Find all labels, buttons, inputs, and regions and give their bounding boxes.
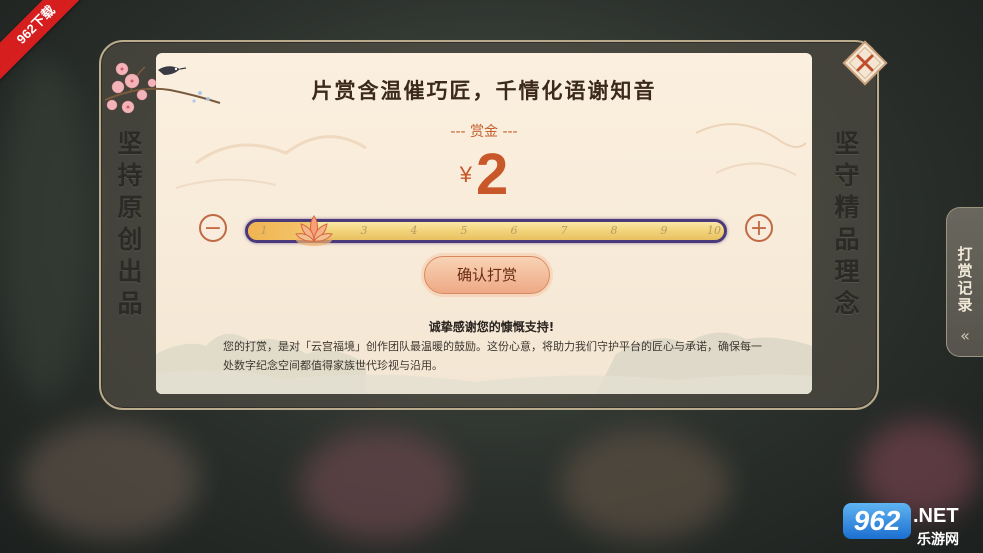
watermark-suffix: .NET	[913, 505, 959, 527]
currency-symbol: ¥	[459, 162, 472, 187]
page-title: 片赏含温催巧匠，千情化语谢知音	[311, 78, 657, 103]
slider-tick-7[interactable]: 7	[554, 224, 574, 237]
slider-tick-5[interactable]: 5	[454, 224, 474, 237]
watermark-subtitle: 乐游网	[917, 532, 959, 548]
chevron-left-icon: «	[960, 326, 970, 345]
slider-tick-8[interactable]: 8	[604, 224, 624, 237]
reward-record-tab[interactable]: 打赏记录 «	[946, 207, 983, 357]
slider-tick-10[interactable]: 10	[704, 224, 724, 237]
background-glow	[560, 430, 730, 540]
increase-button[interactable]: +	[745, 214, 773, 242]
plum-blossom-bird-art	[104, 62, 221, 114]
background-glow	[0, 60, 90, 400]
left-vertical-slogan: 坚持原创出品	[117, 129, 143, 318]
thanks-message: 您的打赏，是对「云宫福境」创作团队最温暖的鼓励。这份心意，将助力我们守护平台的匠…	[223, 340, 762, 372]
decrease-button[interactable]: −	[199, 214, 227, 242]
background-glow	[300, 430, 460, 540]
reward-amount-display: ¥2	[156, 141, 812, 208]
watermark-brand: 962	[843, 503, 911, 539]
slider-tick-4[interactable]: 4	[404, 224, 424, 237]
reward-label: --- 赏金 ---	[450, 124, 518, 140]
reward-amount: 2	[475, 142, 509, 207]
background-glow	[20, 420, 200, 540]
slider-tick-1[interactable]: 1	[254, 224, 274, 237]
lotus-icon[interactable]	[293, 210, 335, 250]
confirm-reward-button[interactable]: 确认打赏	[424, 256, 550, 294]
reward-slider[interactable]: 12345678910	[245, 215, 727, 246]
site-watermark-logo: 962 .NET 乐游网	[843, 503, 979, 549]
slider-tick-9[interactable]: 9	[654, 224, 674, 237]
reward-record-label: 打赏记录	[957, 245, 973, 314]
slider-tick-6[interactable]: 6	[504, 224, 524, 237]
close-icon[interactable]	[841, 39, 889, 87]
right-vertical-slogan: 坚守精品理念	[834, 129, 860, 318]
thanks-title: 诚挚感谢您的慷慨支持!	[428, 320, 555, 334]
slider-tick-3[interactable]: 3	[354, 224, 374, 237]
